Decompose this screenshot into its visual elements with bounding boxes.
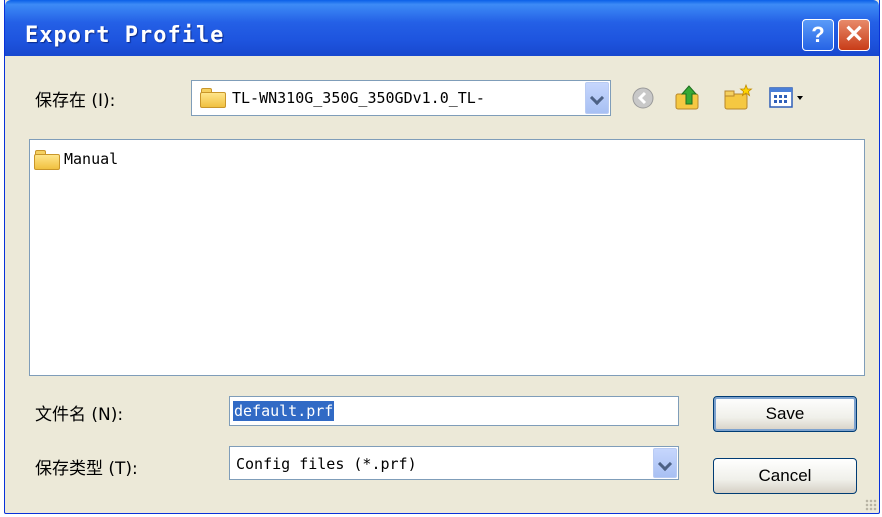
title-bar[interactable]: Export Profile ? ✕	[5, 0, 879, 56]
back-icon[interactable]	[631, 86, 655, 110]
help-button[interactable]: ?	[802, 19, 834, 51]
chevron-down-icon[interactable]	[653, 448, 677, 478]
help-icon: ?	[811, 22, 825, 47]
new-folder-icon[interactable]	[723, 84, 753, 112]
resize-grip-icon[interactable]	[865, 499, 877, 511]
file-type-value: Config files (*.prf)	[236, 455, 417, 473]
save-in-dropdown[interactable]: TL-WN310G_350G_350GDv1.0_TL-	[191, 80, 611, 116]
view-menu-icon[interactable]	[769, 86, 809, 110]
save-in-label: 保存在 (I):	[35, 91, 116, 111]
chevron-down-icon[interactable]	[585, 82, 609, 114]
export-profile-dialog: Export Profile ? ✕ 保存在 (I): TL-WN310G_35…	[4, 0, 880, 514]
folder-icon	[34, 150, 60, 170]
file-name-input[interactable]: default.prf	[229, 396, 679, 426]
close-button[interactable]: ✕	[838, 19, 870, 51]
window-title: Export Profile	[25, 23, 225, 48]
folder-icon	[200, 88, 226, 108]
save-in-value: TL-WN310G_350G_350GDv1.0_TL-	[232, 89, 485, 107]
up-folder-icon[interactable]	[673, 82, 703, 112]
file-name-label: 文件名 (N):	[35, 405, 124, 425]
list-item[interactable]: Manual	[34, 148, 164, 172]
file-name-value: default.prf	[233, 401, 335, 421]
file-type-dropdown[interactable]: Config files (*.prf)	[229, 446, 679, 480]
file-type-label: 保存类型 (T):	[35, 459, 138, 479]
save-button[interactable]: Save	[713, 396, 857, 432]
file-list[interactable]: Manual	[29, 139, 865, 376]
list-item-label: Manual	[64, 150, 119, 168]
close-icon: ✕	[843, 21, 865, 48]
cancel-button[interactable]: Cancel	[713, 458, 857, 494]
